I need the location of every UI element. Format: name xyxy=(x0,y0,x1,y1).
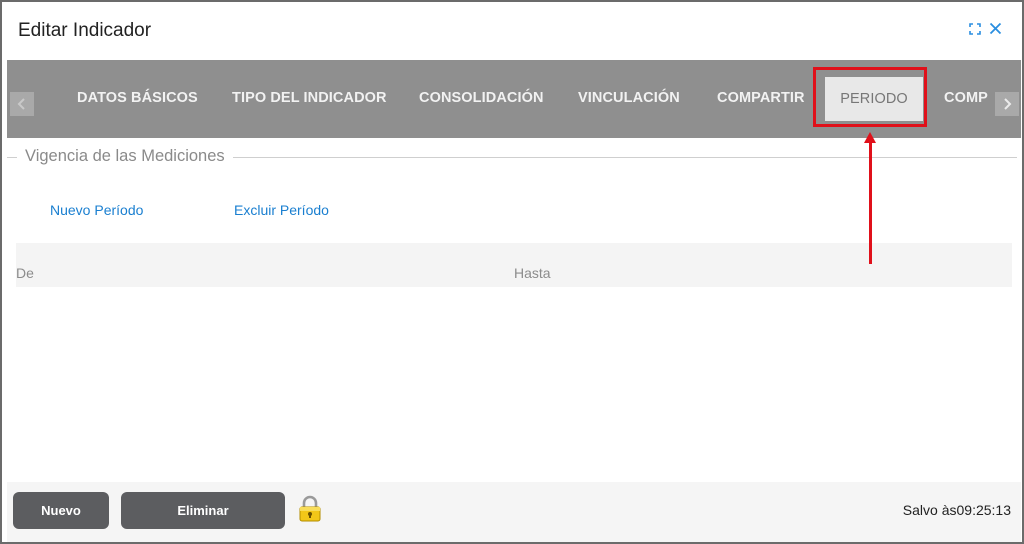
window-controls xyxy=(969,22,1002,35)
tabs-viewport: DATOS BÁSICOS TIPO DEL INDICADOR CONSOLI… xyxy=(55,60,991,138)
close-icon[interactable] xyxy=(989,22,1002,35)
tab-compartir[interactable]: COMPARTIR xyxy=(717,82,805,114)
expand-icon[interactable] xyxy=(969,22,981,35)
tab-scroll-right-button[interactable] xyxy=(995,92,1019,116)
delete-button[interactable]: Eliminar xyxy=(121,492,285,529)
tab-consolidacion[interactable]: CONSOLIDACIÓN xyxy=(419,82,544,114)
periods-table-header: De Hasta xyxy=(16,243,1012,287)
new-period-link[interactable]: Nuevo Período xyxy=(50,202,143,218)
dialog-footer: Nuevo Eliminar Salvo às09:25:13 xyxy=(7,482,1021,542)
chevron-left-icon xyxy=(17,98,25,110)
lock-icon[interactable] xyxy=(298,495,322,528)
chevron-right-icon xyxy=(1004,98,1012,110)
edit-indicator-dialog: Editar Indicador DATOS BÁSICOS TIPO DEL … xyxy=(0,0,1024,544)
section-title: Vigencia de las Mediciones xyxy=(17,147,233,166)
tab-datos-basicos[interactable]: DATOS BÁSICOS xyxy=(77,82,198,114)
new-button[interactable]: Nuevo xyxy=(13,492,109,529)
tab-scroll-left-button[interactable] xyxy=(10,92,34,116)
tab-vinculacion[interactable]: VINCULACIÓN xyxy=(578,82,680,114)
tab-tipo-del-indicador[interactable]: TIPO DEL INDICADOR xyxy=(232,82,387,114)
tab-periodo[interactable]: PERIODO xyxy=(825,77,923,121)
tab-comp[interactable]: COMP xyxy=(944,82,988,114)
column-header-hasta[interactable]: Hasta xyxy=(514,265,551,281)
exclude-period-link[interactable]: Excluir Período xyxy=(234,202,329,218)
tab-bar: DATOS BÁSICOS TIPO DEL INDICADOR CONSOLI… xyxy=(7,60,1021,138)
annotation-arrow xyxy=(869,140,872,264)
dialog-title: Editar Indicador xyxy=(18,20,152,41)
column-header-de[interactable]: De xyxy=(16,265,34,281)
save-status: Salvo às09:25:13 xyxy=(902,502,1011,518)
